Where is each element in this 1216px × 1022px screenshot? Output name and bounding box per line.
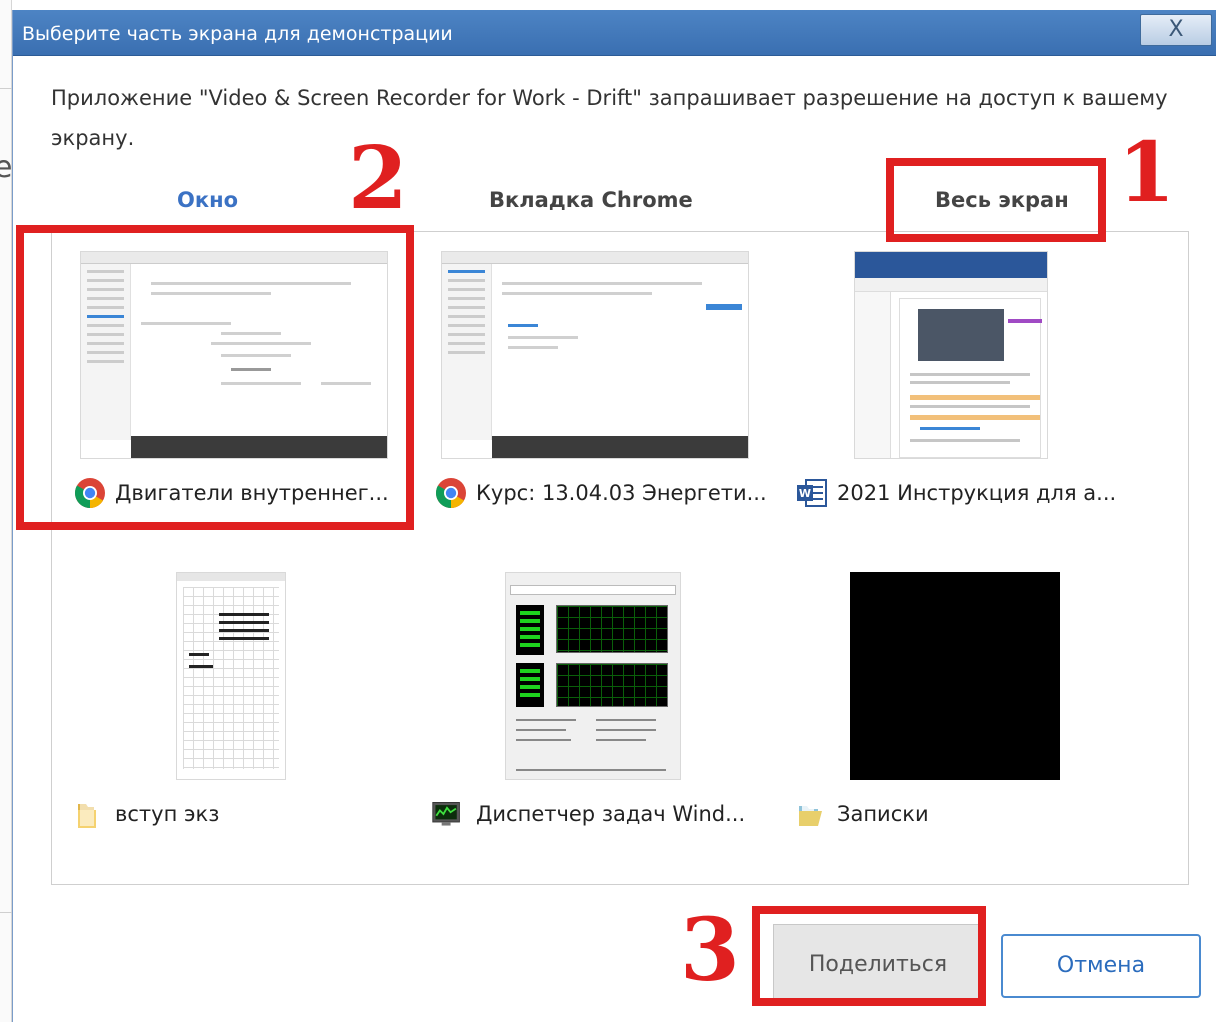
divider	[0, 912, 12, 913]
folder-icon	[78, 802, 96, 828]
background-page-edge: e	[0, 0, 12, 1022]
tab-window[interactable]: Окно	[177, 188, 238, 212]
background-page-top	[0, 0, 1216, 10]
window-thumbnail	[854, 251, 1048, 459]
dialog-titlebar: Выберите часть экрана для демонстрации X	[13, 10, 1216, 56]
cancel-button[interactable]: Отмена	[1001, 934, 1201, 998]
svg-text:W: W	[799, 487, 811, 500]
background-text-fragment: e	[0, 150, 13, 185]
chrome-icon	[435, 478, 466, 508]
window-thumbnail	[850, 572, 1060, 780]
window-item-notes[interactable]: Записки	[788, 562, 1133, 862]
window-item-word-doc[interactable]: W 2021 Инструкция для а...	[788, 242, 1133, 542]
task-manager-icon	[432, 802, 460, 826]
window-label: Диспетчер задач Wind...	[476, 802, 746, 826]
annotation-box-entire-screen	[886, 158, 1106, 242]
window-thumbnail	[176, 572, 286, 780]
window-thumbnail	[505, 572, 681, 780]
window-item-folder-exam[interactable]: вступ экз	[66, 562, 411, 862]
folder-icon	[799, 803, 822, 826]
close-icon: X	[1168, 17, 1184, 42]
annotation-number: 3	[680, 900, 740, 1001]
word-icon: W	[797, 479, 827, 507]
window-item-course[interactable]: Курс: 13.04.03 Энергети...	[427, 242, 772, 542]
permission-prompt: Приложение "Video & Screen Recorder for …	[51, 86, 1168, 150]
annotation-number: 1	[1118, 125, 1176, 221]
divider	[0, 88, 12, 89]
window-label: Записки	[837, 802, 929, 826]
window-item-task-manager[interactable]: Диспетчер задач Wind...	[427, 562, 772, 862]
window-label: вступ экз	[115, 802, 220, 826]
window-label: 2021 Инструкция для а...	[837, 481, 1117, 505]
window-label: Курс: 13.04.03 Энергети...	[476, 481, 767, 505]
annotation-box-window-item	[16, 225, 414, 530]
annotation-number: 2	[348, 128, 408, 229]
close-button[interactable]: X	[1140, 14, 1212, 46]
annotation-box-share-button	[752, 906, 986, 1006]
dialog-title: Выберите часть экрана для демонстрации	[22, 23, 453, 45]
tab-chrome[interactable]: Вкладка Chrome	[489, 188, 693, 212]
window-thumbnail	[441, 251, 749, 459]
